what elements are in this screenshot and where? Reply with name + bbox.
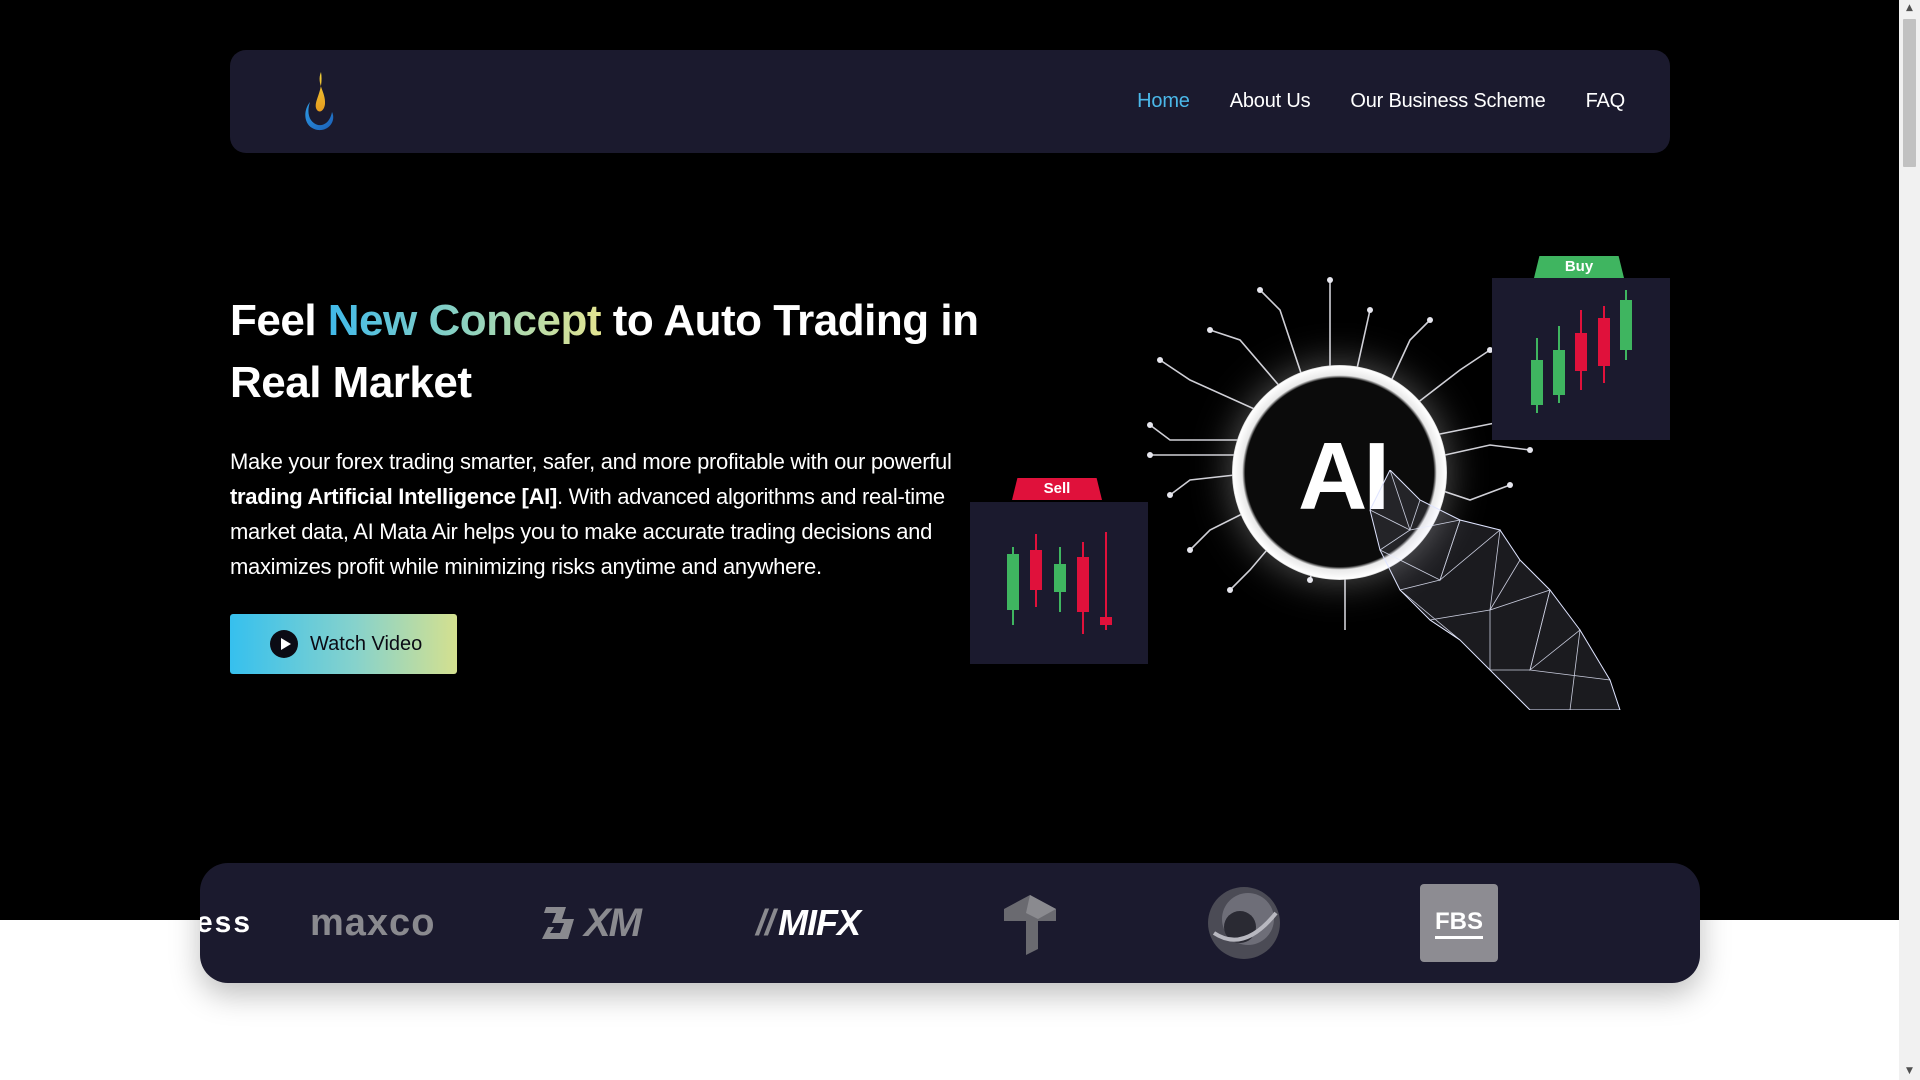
nav-home[interactable]: Home <box>1137 90 1190 113</box>
nav-about-us[interactable]: About Us <box>1230 90 1311 113</box>
scroll-thumb[interactable] <box>1903 19 1916 167</box>
broker-logo-tp <box>998 863 1062 983</box>
broker-logo-globe <box>1204 863 1284 983</box>
fbs-box: FBS <box>1420 884 1498 962</box>
nav-business-scheme[interactable]: Our Business Scheme <box>1350 90 1545 113</box>
nav-links: Home About Us Our Business Scheme FAQ <box>1137 50 1625 153</box>
top-navbar: Home About Us Our Business Scheme FAQ <box>230 50 1670 153</box>
hero-description: Make your forex trading smarter, safer, … <box>230 444 970 584</box>
broker-mifx-label: MIFX <box>778 902 861 943</box>
watch-video-label: Watch Video <box>310 632 423 655</box>
site-logo[interactable] <box>294 68 342 134</box>
tp-logo-icon <box>1004 895 1056 955</box>
sell-chart-card <box>970 502 1148 664</box>
nav-faq[interactable]: FAQ <box>1586 90 1626 113</box>
broker-logo-xm: XM <box>540 863 642 983</box>
broker-logo-fbs: FBS <box>1420 863 1498 983</box>
robotic-hand-graphic <box>1369 470 1621 710</box>
page-scrollbar[interactable]: ▲ ▼ <box>1899 0 1920 1080</box>
hero-title: Feel New Concept to Auto Trading in Real… <box>230 290 990 414</box>
watch-video-button[interactable]: Watch Video <box>230 614 457 674</box>
broker-logo-partial: ess <box>200 906 253 939</box>
broker-xm-label: XM <box>584 900 642 945</box>
broker-partners-strip: ess maxco XM // MIFX FBS <box>200 863 1700 983</box>
broker-logo-mifx: // MIFX <box>756 863 861 983</box>
hero-desc-bold: trading Artificial Intelligence [AI] <box>230 484 557 509</box>
hero-title-highlight: New Concept <box>327 296 602 345</box>
mifx-slashes-icon: // <box>756 902 775 943</box>
hero-desc-start: Make your forex trading smarter, safer, … <box>230 449 952 474</box>
xm-mark-icon <box>542 907 574 939</box>
buy-tag: Buy <box>1534 256 1624 278</box>
sell-tag: Sell <box>1012 478 1102 500</box>
scroll-up-arrow-icon[interactable]: ▲ <box>1899 0 1920 17</box>
flame-drop-logo-icon <box>305 72 334 131</box>
hero-title-start: Feel <box>230 296 328 345</box>
buy-candlestick-graphic <box>1531 290 1632 413</box>
ai-trading-illustration: AI Sell Buy <box>970 250 1670 720</box>
broker-logo-maxco: maxco <box>310 901 436 944</box>
sell-candlestick-graphic <box>1007 532 1112 634</box>
scroll-down-arrow-icon[interactable]: ▼ <box>1899 1063 1920 1080</box>
buy-chart-card <box>1492 278 1670 440</box>
play-icon <box>270 630 298 658</box>
broker-fbs-label: FBS <box>1435 908 1483 939</box>
globe-logo-icon <box>1208 887 1280 959</box>
